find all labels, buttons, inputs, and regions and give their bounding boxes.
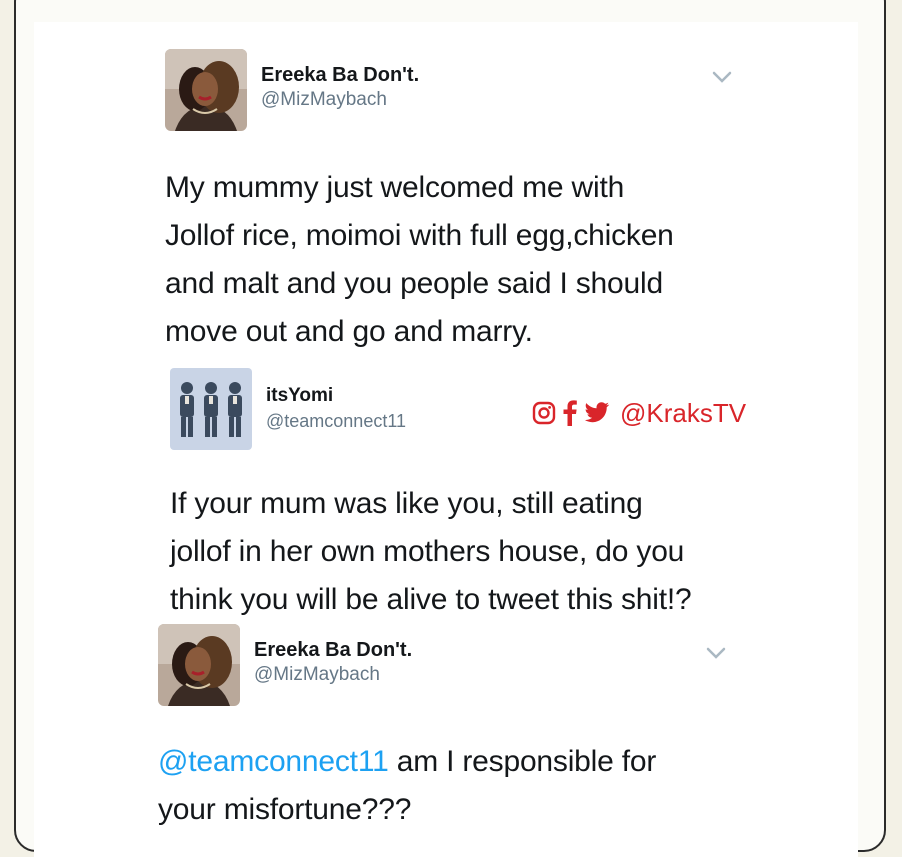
tweet2-text: If your mum was like you, still eating j…: [170, 480, 692, 624]
tweet-screenshot-card: Ereeka Ba Don't. @MizMaybach My mummy ju…: [34, 22, 858, 857]
tweet2-line: If your mum was like you, still eating: [170, 487, 643, 520]
tweet1-header: Ereeka Ba Don't. @MizMaybach: [165, 49, 419, 131]
watermark-handle: @KraksTV: [620, 398, 747, 428]
tweet3-header: Ereeka Ba Don't. @MizMaybach: [158, 624, 412, 706]
tweet3-author-name[interactable]: Ereeka Ba Don't.: [254, 638, 412, 662]
twitter-icon: [584, 402, 610, 424]
tweet2-line: think you will be alive to tweet this sh…: [170, 583, 692, 616]
tweet1-author-handle[interactable]: @MizMaybach: [261, 88, 419, 112]
tweet1-chevron-down-icon[interactable]: [711, 70, 733, 84]
tweet1-author-name[interactable]: Ereeka Ba Don't.: [261, 63, 419, 87]
tweet1-line: My mummy just welcomed me with: [165, 171, 625, 204]
tweet1-line: and malt and you people said I should: [165, 267, 663, 300]
tweet3-chevron-down-icon[interactable]: [705, 646, 727, 660]
tweet2-avatar[interactable]: [170, 368, 252, 450]
tweet3-avatar[interactable]: [158, 624, 240, 706]
kraks-watermark: @KraksTV: [532, 398, 746, 428]
tweet2-header: itsYomi @teamconnect11: [170, 368, 406, 450]
tweet3-line-rest: am I responsible for: [388, 745, 657, 778]
tweet1-line: move out and go and marry.: [165, 315, 533, 348]
tweet2-author-handle[interactable]: @teamconnect11: [266, 409, 406, 433]
facebook-icon: [562, 400, 578, 426]
tweet3-author-handle[interactable]: @MizMaybach: [254, 663, 412, 687]
tweet3-text: @teamconnect11 am I responsible for your…: [158, 738, 656, 834]
tweet3-line: @teamconnect11 am I responsible for: [158, 738, 656, 786]
tweet1-line: Jollof rice, moimoi with full egg,chicke…: [165, 219, 674, 252]
mention-link[interactable]: @teamconnect11: [158, 745, 389, 778]
tweet3-line: your misfortune???: [158, 793, 412, 826]
instagram-icon: [532, 401, 556, 425]
tweet1-text: My mummy just welcomed me with Jollof ri…: [165, 164, 674, 356]
tweet2-line: jollof in her own mothers house, do you: [170, 535, 685, 568]
tweet2-author-name[interactable]: itsYomi: [266, 384, 406, 408]
tweet1-avatar[interactable]: [165, 49, 247, 131]
